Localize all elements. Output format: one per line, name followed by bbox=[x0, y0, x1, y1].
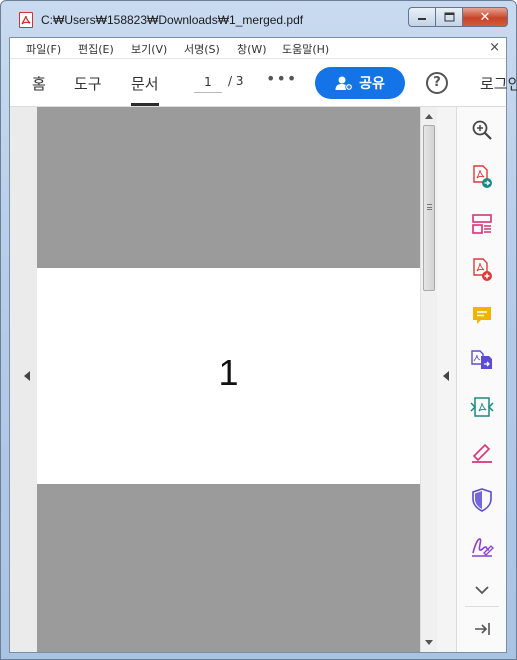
menu-edit[interactable]: 편집(E) bbox=[78, 41, 114, 57]
maximize-button[interactable] bbox=[435, 7, 462, 27]
close-icon: ✕ bbox=[479, 9, 491, 25]
window-title: C:₩Users₩158823₩Downloads₩1_merged.pdf bbox=[41, 13, 304, 27]
more-tools-icon[interactable] bbox=[469, 577, 495, 603]
tab-document[interactable]: 문서 bbox=[131, 73, 159, 106]
menu-window[interactable]: 창(W) bbox=[237, 41, 267, 57]
fill-sign-icon[interactable] bbox=[469, 440, 495, 466]
scroll-grip-icon bbox=[427, 204, 432, 210]
more-options-button[interactable]: ••• bbox=[266, 69, 297, 88]
organize-pages-icon[interactable] bbox=[469, 211, 495, 237]
scroll-down-arrow-icon[interactable] bbox=[425, 640, 433, 645]
pdf-page[interactable]: 1 bbox=[37, 268, 420, 484]
close-document-icon[interactable]: × bbox=[489, 40, 500, 55]
comment-icon[interactable] bbox=[469, 303, 495, 329]
page-number-input[interactable]: 1 bbox=[194, 71, 222, 93]
tab-tools[interactable]: 도구 bbox=[74, 73, 102, 94]
menu-view[interactable]: 보기(V) bbox=[131, 41, 167, 57]
client-area: 파일(F) 편집(E) 보기(V) 서명(S) 창(W) 도움말(H) × 홈 … bbox=[9, 37, 517, 653]
window-controls: ✕ bbox=[408, 7, 508, 27]
compress-pdf-icon[interactable] bbox=[469, 394, 495, 420]
vertical-scrollbar[interactable] bbox=[420, 107, 437, 652]
tools-divider bbox=[465, 606, 499, 607]
login-link[interactable]: 로그인 bbox=[480, 73, 517, 94]
create-pdf-icon[interactable] bbox=[469, 257, 495, 283]
menu-help[interactable]: 도움말(H) bbox=[282, 41, 329, 57]
menu-bar: 파일(F) 편집(E) 보기(V) 서명(S) 창(W) 도움말(H) × bbox=[10, 38, 506, 59]
page-region-gray-top bbox=[37, 107, 420, 268]
acrobat-app-icon bbox=[19, 12, 33, 28]
app-window: C:₩Users₩158823₩Downloads₩1_merged.pdf ✕… bbox=[0, 0, 517, 660]
page-total: / 3 bbox=[228, 74, 244, 88]
tools-pane bbox=[456, 107, 506, 652]
add-user-icon bbox=[335, 76, 353, 91]
zoom-icon[interactable] bbox=[469, 117, 495, 143]
close-window-button[interactable]: ✕ bbox=[462, 7, 508, 27]
combine-files-icon[interactable] bbox=[469, 348, 495, 374]
collapse-arrow-icon[interactable] bbox=[443, 371, 449, 381]
share-label: 공유 bbox=[359, 76, 385, 92]
maximize-icon bbox=[444, 12, 454, 22]
title-bar[interactable]: C:₩Users₩158823₩Downloads₩1_merged.pdf ✕ bbox=[1, 1, 516, 37]
left-panel-expand-icon[interactable] bbox=[24, 371, 30, 381]
protect-icon[interactable] bbox=[469, 487, 495, 513]
scroll-up-arrow-icon[interactable] bbox=[425, 114, 433, 119]
request-signature-icon[interactable] bbox=[469, 533, 495, 559]
page-region-gray-bottom bbox=[37, 484, 420, 652]
minimize-icon bbox=[418, 18, 426, 20]
scrollbar-thumb[interactable] bbox=[423, 125, 435, 291]
minimize-button[interactable] bbox=[408, 7, 435, 27]
share-button[interactable]: 공유 bbox=[315, 67, 405, 99]
tab-home[interactable]: 홈 bbox=[32, 73, 46, 94]
menu-file[interactable]: 파일(F) bbox=[26, 41, 61, 57]
help-button[interactable]: ? bbox=[426, 72, 448, 94]
document-view[interactable]: 1 bbox=[10, 107, 456, 652]
right-pane-toggle[interactable] bbox=[437, 107, 456, 652]
main-toolbar: 홈 도구 문서 1 / 3 ••• 공유 ? 로그인 bbox=[10, 59, 517, 107]
menu-sign[interactable]: 서명(S) bbox=[184, 41, 220, 57]
export-pdf-icon[interactable] bbox=[469, 164, 495, 190]
page-content-number: 1 bbox=[218, 352, 239, 393]
collapse-pane-icon[interactable] bbox=[469, 616, 495, 642]
